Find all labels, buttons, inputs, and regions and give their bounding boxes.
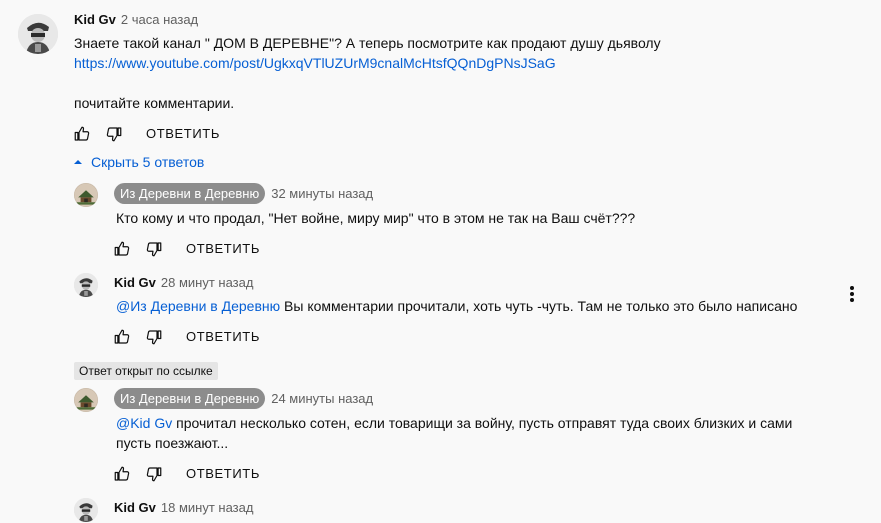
reply-header: Kid Gv 18 минут назад xyxy=(114,500,253,515)
avatar[interactable] xyxy=(74,388,98,412)
avatar-image xyxy=(18,14,58,54)
reply-text-body: прочитал несколько сотен, если товарищи … xyxy=(176,415,793,431)
hide-replies-toggle[interactable]: Скрыть 5 ответов xyxy=(73,154,204,170)
comment-text-line: почитайте комментарии. xyxy=(74,95,235,111)
comment-text: Знаете такой канал " ДОМ В ДЕРЕВНЕ"? А т… xyxy=(74,35,661,51)
avatar-image xyxy=(74,183,98,207)
reply-text: @Из Деревни в Деревню Вы комментарии про… xyxy=(116,296,797,316)
author-name[interactable]: Kid Gv xyxy=(114,500,156,515)
avatar-image xyxy=(74,273,98,297)
comment-time[interactable]: 28 минут назад xyxy=(161,275,254,290)
reply-text: @Kid Gv прочитал несколько сотен, если т… xyxy=(116,413,792,433)
comment-time[interactable]: 2 часа назад xyxy=(121,12,198,27)
reply-button[interactable]: ОТВЕТИТЬ xyxy=(186,329,260,344)
author-badge[interactable]: Из Деревни в Деревню xyxy=(114,388,266,409)
avatar[interactable] xyxy=(18,14,58,54)
thumbs-down-icon xyxy=(145,328,163,346)
thumbs-up-icon xyxy=(73,125,91,143)
thumbs-up-icon xyxy=(113,328,131,346)
reply-header: Из Деревни в Деревню 24 минуты назад xyxy=(114,388,373,409)
comment-time[interactable]: 18 минут назад xyxy=(161,500,254,515)
linked-reply-badge: Ответ открыт по ссылке xyxy=(74,362,218,380)
reply-text-body: Вы комментарии прочитали, хоть чуть -чут… xyxy=(284,298,798,314)
more-actions-button[interactable] xyxy=(840,282,864,306)
thumbs-down-icon xyxy=(145,465,163,483)
reply-header: Kid Gv 28 минут назад xyxy=(114,275,253,290)
mention-link[interactable]: @Из Деревни в Деревню xyxy=(116,298,280,314)
avatar[interactable] xyxy=(74,183,98,207)
like-button[interactable] xyxy=(112,327,132,347)
reply-button[interactable]: ОТВЕТИТЬ xyxy=(146,126,220,141)
like-button[interactable] xyxy=(112,464,132,484)
avatar[interactable] xyxy=(74,273,98,297)
reply-header: Из Деревни в Деревню 32 минуты назад xyxy=(114,183,373,204)
thumbs-up-icon xyxy=(113,240,131,258)
avatar[interactable] xyxy=(74,498,98,522)
hide-replies-label: Скрыть 5 ответов xyxy=(91,154,205,170)
comment-time[interactable]: 24 минуты назад xyxy=(271,391,373,406)
like-button[interactable] xyxy=(112,239,132,259)
dislike-button[interactable] xyxy=(104,124,124,144)
reply-text-line: пусть поезжают... xyxy=(116,435,229,451)
mention-link[interactable]: @Kid Gv xyxy=(116,415,172,431)
dislike-button[interactable] xyxy=(144,464,164,484)
comment-time[interactable]: 32 минуты назад xyxy=(271,186,373,201)
reply-button[interactable]: ОТВЕТИТЬ xyxy=(186,466,260,481)
reply-button[interactable]: ОТВЕТИТЬ xyxy=(186,241,260,256)
author-badge[interactable]: Из Деревни в Деревню xyxy=(114,183,266,204)
avatar-image xyxy=(74,498,98,522)
more-vertical-icon xyxy=(850,286,854,302)
avatar-image xyxy=(74,388,98,412)
reply-text: Кто кому и что продал, "Нет войне, миру … xyxy=(116,210,636,226)
author-name[interactable]: Kid Gv xyxy=(74,12,116,27)
comment-link[interactable]: https://www.youtube.com/post/UgkxqVTlUZU… xyxy=(74,53,556,73)
thumbs-down-icon xyxy=(145,240,163,258)
chevron-up-icon xyxy=(74,160,82,164)
like-button[interactable] xyxy=(72,124,92,144)
comment-header: Kid Gv 2 часа назад xyxy=(74,12,198,27)
thumbs-up-icon xyxy=(113,465,131,483)
author-name[interactable]: Kid Gv xyxy=(114,275,156,290)
dislike-button[interactable] xyxy=(144,239,164,259)
thumbs-down-icon xyxy=(105,125,123,143)
dislike-button[interactable] xyxy=(144,327,164,347)
